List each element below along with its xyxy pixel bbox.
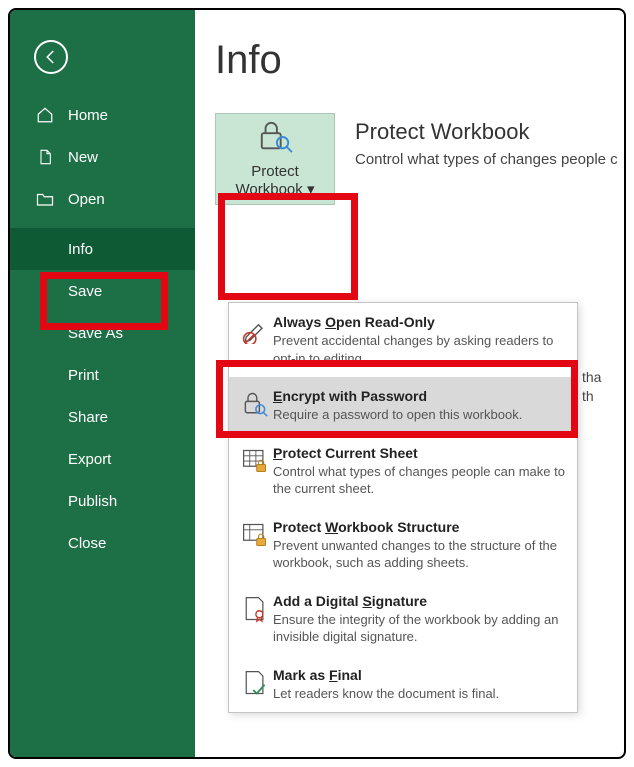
sidebar-item-new[interactable]: New xyxy=(10,136,195,178)
menu-item-desc: Ensure the integrity of the workbook by … xyxy=(273,611,567,646)
sidebar-item-label: Save As xyxy=(68,325,123,342)
sidebar-item-label: Export xyxy=(68,451,111,468)
sidebar-item-print[interactable]: Print xyxy=(10,354,195,396)
side-clipped-text: tha th xyxy=(582,368,601,406)
lock-key-icon xyxy=(256,120,294,159)
menu-item-encrypt-password[interactable]: Encrypt with Password Require a password… xyxy=(229,377,577,434)
menu-item-mark-final[interactable]: Mark as Final Let readers know the docum… xyxy=(229,656,577,713)
protect-description: Control what types of changes people c xyxy=(355,151,618,168)
back-button[interactable] xyxy=(34,40,68,74)
menu-item-title: Always Open Read-Only xyxy=(273,314,567,330)
menu-item-title: Add a Digital Signature xyxy=(273,593,567,609)
menu-item-desc: Require a password to open this workbook… xyxy=(273,406,567,424)
menu-item-desc: Let readers know the document is final. xyxy=(273,685,567,703)
sidebar-item-label: Print xyxy=(68,367,99,384)
protect-heading: Protect Workbook xyxy=(355,119,618,145)
sidebar-item-home[interactable]: Home xyxy=(10,94,195,136)
backstage-sidebar: Home New Open Info Save Save As xyxy=(10,10,195,757)
workbook-lock-icon xyxy=(237,519,273,572)
sidebar-item-export[interactable]: Export xyxy=(10,438,195,480)
sidebar-item-label: New xyxy=(68,149,98,166)
protect-workbook-menu: Always Open Read-Only Prevent accidental… xyxy=(228,302,578,713)
menu-item-read-only[interactable]: Always Open Read-Only Prevent accidental… xyxy=(229,303,577,377)
sheet-lock-icon xyxy=(237,445,273,498)
chevron-down-icon: ▾ xyxy=(307,181,315,198)
lock-key-icon xyxy=(237,388,273,424)
sidebar-item-label: Close xyxy=(68,535,106,552)
protect-button-label: Protect Workbook ▾ xyxy=(216,163,334,198)
sidebar-item-share[interactable]: Share xyxy=(10,396,195,438)
sidebar-item-label: Info xyxy=(68,241,93,258)
sidebar-item-label: Open xyxy=(68,191,105,208)
menu-item-title: Mark as Final xyxy=(273,667,567,683)
sidebar-item-label: Save xyxy=(68,283,102,300)
pencil-no-icon xyxy=(237,314,273,367)
sidebar-item-publish[interactable]: Publish xyxy=(10,480,195,522)
home-icon xyxy=(36,106,54,124)
sidebar-item-label: Home xyxy=(68,107,108,124)
menu-item-protect-structure[interactable]: Protect Workbook Structure Prevent unwan… xyxy=(229,508,577,582)
menu-item-title: Protect Workbook Structure xyxy=(273,519,567,535)
new-icon xyxy=(36,148,54,166)
page-check-icon xyxy=(237,667,273,703)
sidebar-item-info[interactable]: Info xyxy=(10,228,195,270)
menu-item-desc: Prevent unwanted changes to the structur… xyxy=(273,537,567,572)
menu-item-protect-sheet[interactable]: Protect Current Sheet Control what types… xyxy=(229,434,577,508)
sidebar-item-open[interactable]: Open xyxy=(10,178,195,220)
menu-item-title: Encrypt with Password xyxy=(273,388,567,404)
page-title: Info xyxy=(215,38,624,83)
sidebar-item-save-as[interactable]: Save As xyxy=(10,312,195,354)
sidebar-item-label: Publish xyxy=(68,493,117,510)
menu-item-desc: Control what types of changes people can… xyxy=(273,463,567,498)
sidebar-item-label: Share xyxy=(68,409,108,426)
blank-icon xyxy=(36,240,54,258)
sidebar-item-save[interactable]: Save xyxy=(10,270,195,312)
protect-workbook-button[interactable]: Protect Workbook ▾ xyxy=(215,113,335,205)
open-icon xyxy=(36,190,54,208)
sidebar-item-close[interactable]: Close xyxy=(10,522,195,564)
certificate-icon xyxy=(237,593,273,646)
menu-item-title: Protect Current Sheet xyxy=(273,445,567,461)
menu-item-digital-signature[interactable]: Add a Digital Signature Ensure the integ… xyxy=(229,582,577,656)
menu-item-desc: Prevent accidental changes by asking rea… xyxy=(273,332,567,367)
